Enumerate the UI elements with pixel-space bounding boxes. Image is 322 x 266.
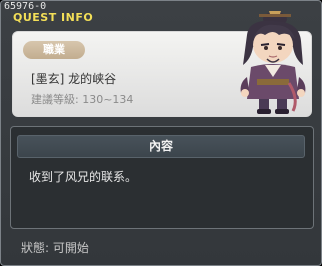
window-title: QUEST INFO [13,11,94,24]
job-badge: 職業 [23,41,85,59]
content-header: 內容 [17,135,305,158]
content-text: 收到了风兄的联系。 [29,170,138,184]
recommended-level: 建議等級: 130~134 [31,93,134,106]
quest-name: [墨玄] 龙的峡谷 [31,72,117,86]
content-panel: 內容 收到了风兄的联系。 [10,126,314,229]
quest-info-window: 65976-0 QUEST INFO 職業 [墨玄] 龙的峡谷 建議等級: 13… [0,0,322,266]
quest-status: 狀態: 可開始 [21,241,89,255]
character-portrait-icon [240,11,306,114]
